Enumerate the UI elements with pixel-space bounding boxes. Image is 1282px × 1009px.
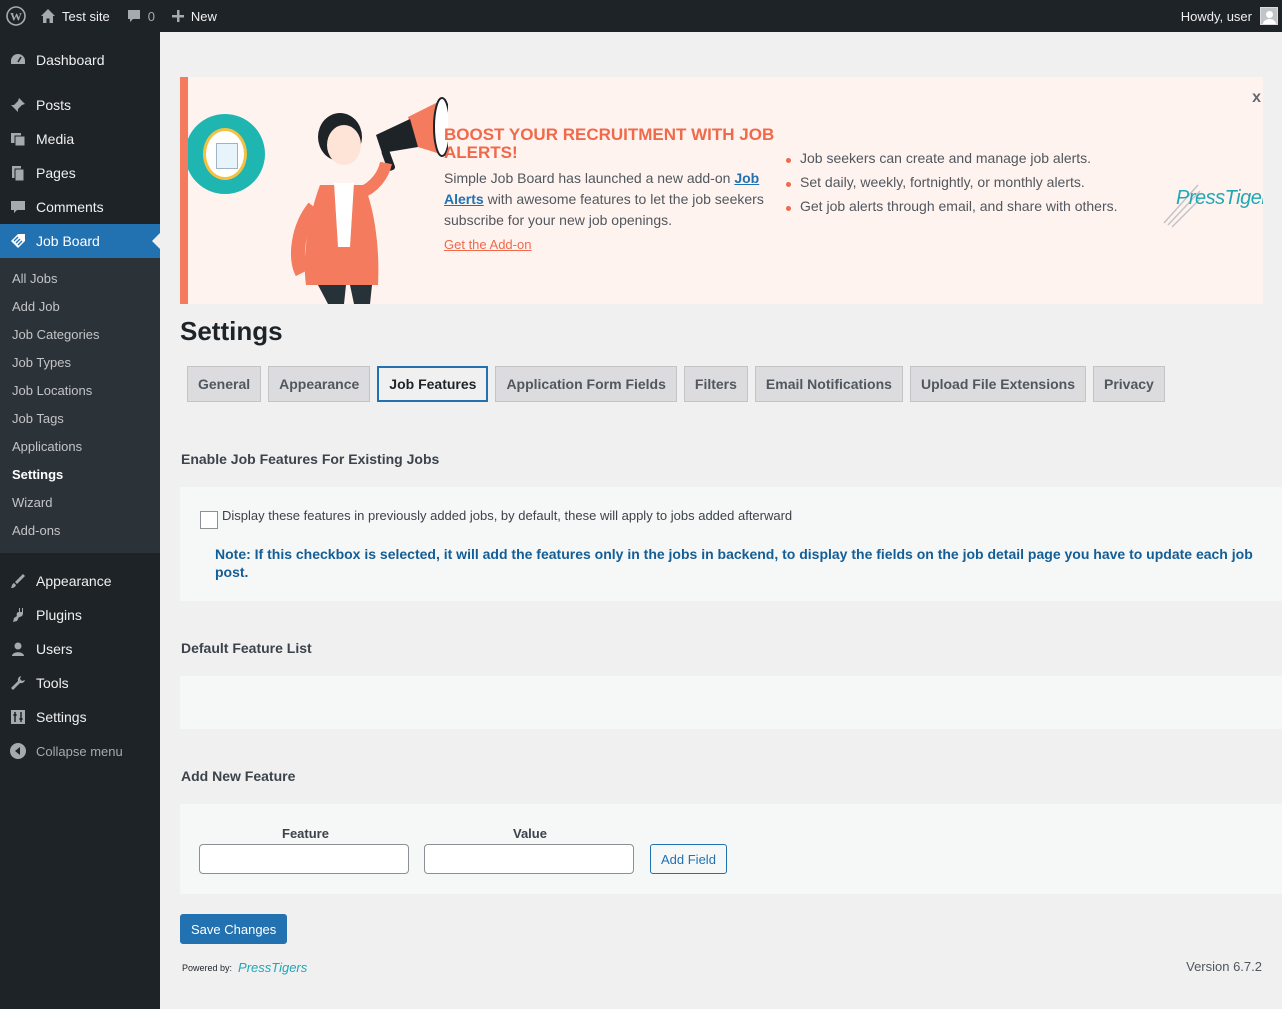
existing-jobs-panel: Display these features in previously add… (180, 487, 1282, 601)
menu-media[interactable]: Media (0, 122, 160, 156)
existing-jobs-heading: Enable Job Features For Existing Jobs (181, 451, 440, 467)
banner-feature-list: Job seekers can create and manage job al… (784, 150, 1118, 222)
menu-appearance[interactable]: Appearance (0, 564, 160, 598)
page-title: Settings (180, 316, 283, 346)
settings-tabs: General Appearance Job Features Applicat… (187, 366, 1172, 402)
avatar (1260, 7, 1278, 25)
dashboard-icon (8, 50, 28, 70)
menu-comments[interactable]: Comments (0, 190, 160, 224)
tab-appearance[interactable]: Appearance (268, 366, 371, 402)
tag-icon (8, 231, 28, 251)
version-text: Version 6.7.2 (1186, 959, 1262, 974)
submenu-job-locations[interactable]: Job Locations (0, 377, 160, 405)
new-content-link[interactable]: New (163, 0, 225, 32)
menu-plugins[interactable]: Plugins (0, 598, 160, 632)
home-icon (40, 8, 56, 24)
apply-existing-label: Display these features in previously add… (222, 508, 793, 523)
main-content: x BOOST YOUR RECRUITMENT WITH JOB ALERTS… (160, 32, 1282, 1009)
pin-icon (8, 95, 28, 115)
submenu-all-jobs[interactable]: All Jobs (0, 265, 160, 293)
submenu-job-types[interactable]: Job Types (0, 349, 160, 377)
submenu-settings[interactable]: Settings (0, 461, 160, 489)
admin-sidebar: Dashboard Posts Media Pages Comments Job… (0, 32, 160, 1009)
comment-icon (8, 197, 28, 217)
svg-text:W: W (10, 10, 22, 24)
default-feature-list-panel (180, 676, 1282, 729)
my-account[interactable]: Howdy, user (1181, 7, 1282, 25)
plus-icon (171, 9, 185, 23)
menu-posts[interactable]: Posts (0, 88, 160, 122)
banner-description: Simple Job Board has launched a new add-… (444, 170, 764, 228)
menu-dashboard[interactable]: Dashboard (0, 43, 160, 77)
feature-label: Feature (282, 826, 329, 841)
menu-pages[interactable]: Pages (0, 156, 160, 190)
add-new-feature-heading: Add New Feature (181, 768, 296, 784)
menu-tools[interactable]: Tools (0, 666, 160, 700)
menu-job-board[interactable]: Job Board (0, 224, 160, 258)
wrench-icon (8, 673, 28, 693)
wordpress-logo-icon[interactable]: W (0, 0, 34, 32)
job-board-submenu: All Jobs Add Job Job Categories Job Type… (0, 258, 160, 553)
sliders-icon (8, 707, 28, 727)
tab-application-form-fields[interactable]: Application Form Fields (495, 366, 677, 402)
submenu-job-categories[interactable]: Job Categories (0, 321, 160, 349)
powered-by: Powered by: PressTigers (182, 960, 308, 975)
save-changes-button[interactable]: Save Changes (180, 914, 288, 944)
value-label: Value (513, 826, 547, 841)
tab-upload-file-extensions[interactable]: Upload File Extensions (909, 366, 1086, 402)
collapse-arrow-icon (8, 741, 28, 761)
submenu-applications[interactable]: Applications (0, 433, 160, 461)
brush-icon (8, 571, 28, 591)
default-feature-list-heading: Default Feature List (181, 640, 312, 656)
presstigers-logo: PressTigers (1160, 179, 1263, 229)
menu-settings[interactable]: Settings (0, 700, 160, 734)
media-icon (8, 129, 28, 149)
collapse-menu-button[interactable]: Collapse menu (0, 734, 160, 768)
submenu-job-tags[interactable]: Job Tags (0, 405, 160, 433)
job-alerts-banner: x BOOST YOUR RECRUITMENT WITH JOB ALERTS… (180, 77, 1263, 304)
tab-privacy[interactable]: Privacy (1092, 366, 1165, 402)
existing-jobs-note: Note: If this checkbox is selected, it w… (215, 546, 1253, 580)
menu-users[interactable]: Users (0, 632, 160, 666)
submenu-add-ons[interactable]: Add-ons (0, 517, 160, 545)
tab-general[interactable]: General (187, 366, 262, 402)
tab-filters[interactable]: Filters (683, 366, 748, 402)
add-new-feature-panel: Feature Value Add Field (180, 804, 1282, 894)
apply-existing-checkbox[interactable] (200, 511, 218, 529)
comments-link[interactable]: 0 (118, 0, 163, 32)
megaphone-woman-illustration (291, 97, 448, 304)
cv-document-icon (188, 114, 265, 194)
feature-input[interactable] (199, 844, 409, 874)
tab-job-features[interactable]: Job Features (377, 366, 489, 402)
close-banner-button[interactable]: x (1252, 89, 1261, 107)
pages-icon (8, 163, 28, 183)
plug-icon (8, 605, 28, 625)
submenu-add-job[interactable]: Add Job (0, 293, 160, 321)
list-item: Set daily, weekly, fortnightly, or month… (784, 174, 1118, 198)
site-name-link[interactable]: Test site (34, 0, 118, 32)
list-item: Get job alerts through email, and share … (784, 198, 1118, 222)
submenu-wizard[interactable]: Wizard (0, 489, 160, 517)
comment-icon (126, 8, 142, 24)
tab-email-notifications[interactable]: Email Notifications (754, 366, 903, 402)
get-addon-link[interactable]: Get the Add-on (444, 237, 531, 252)
admin-bar: W Test site 0 New Howdy, user (0, 0, 1282, 32)
user-icon (8, 639, 28, 659)
value-input[interactable] (424, 844, 634, 874)
add-field-button[interactable]: Add Field (650, 844, 727, 874)
banner-title: BOOST YOUR RECRUITMENT WITH JOB ALERTS! (444, 125, 775, 162)
presstigers-footer-logo[interactable]: PressTigers (238, 960, 307, 975)
list-item: Job seekers can create and manage job al… (784, 150, 1118, 174)
